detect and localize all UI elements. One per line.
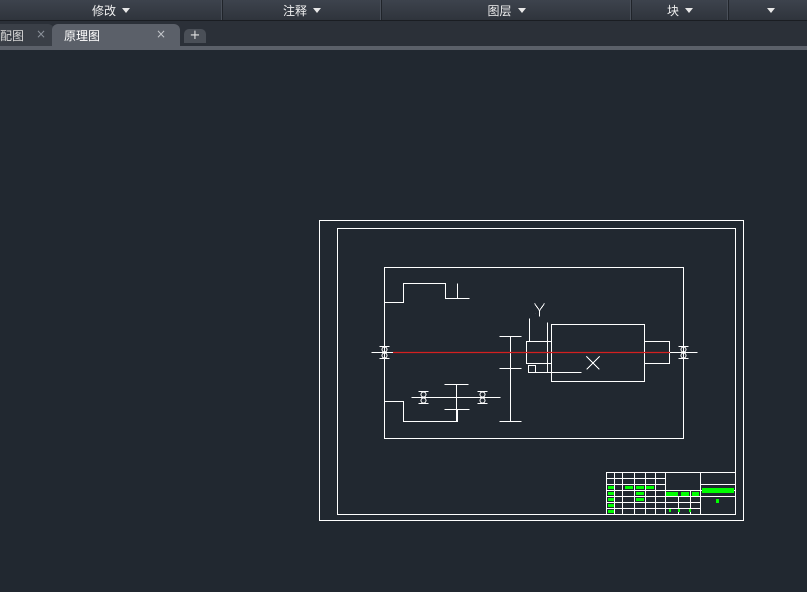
key-square — [528, 365, 536, 373]
axis-label: Y — [535, 313, 536, 315]
ribbon-panel-overflow[interactable] — [729, 0, 807, 20]
close-icon[interactable]: × — [36, 27, 46, 41]
caret-down-icon — [767, 7, 775, 13]
drawing-canvas[interactable]: Y — [0, 50, 807, 592]
title-block-fill — [608, 486, 734, 513]
file-tab-bar: 配图 × 原理图 × — [0, 21, 807, 46]
panel-label: 修改 — [91, 3, 116, 18]
ribbon-panel-bar: 修改 注释 图层 块 — [0, 0, 807, 21]
caret-down-icon — [685, 7, 693, 13]
close-icon[interactable]: × — [156, 27, 166, 41]
sheet-inner-border — [337, 228, 736, 515]
caret-down-icon — [313, 7, 321, 13]
ribbon-panel-modify[interactable]: 修改 — [0, 0, 223, 20]
ribbon-panel-block[interactable]: 块 — [632, 0, 729, 20]
tab-label: 原理图 — [64, 28, 101, 43]
panel-label: 块 — [666, 3, 679, 18]
upper-stepped-line — [384, 283, 470, 303]
ribbon-panel-layers[interactable]: 图层 — [382, 0, 632, 20]
ribbon-panel-annotate[interactable]: 注释 — [223, 0, 382, 20]
panel-label: 注释 — [282, 3, 307, 18]
tab-label: 配图 — [0, 28, 25, 43]
sheet-outer-border — [319, 220, 744, 521]
file-tab-schematic[interactable]: 原理图 × — [52, 24, 180, 46]
caret-down-icon — [122, 7, 130, 13]
caret-down-icon — [517, 7, 526, 13]
new-tab-button[interactable]: + — [184, 29, 206, 43]
file-tab-assembly[interactable]: 配图 × — [0, 24, 54, 46]
panel-label: 图层 — [487, 3, 512, 18]
